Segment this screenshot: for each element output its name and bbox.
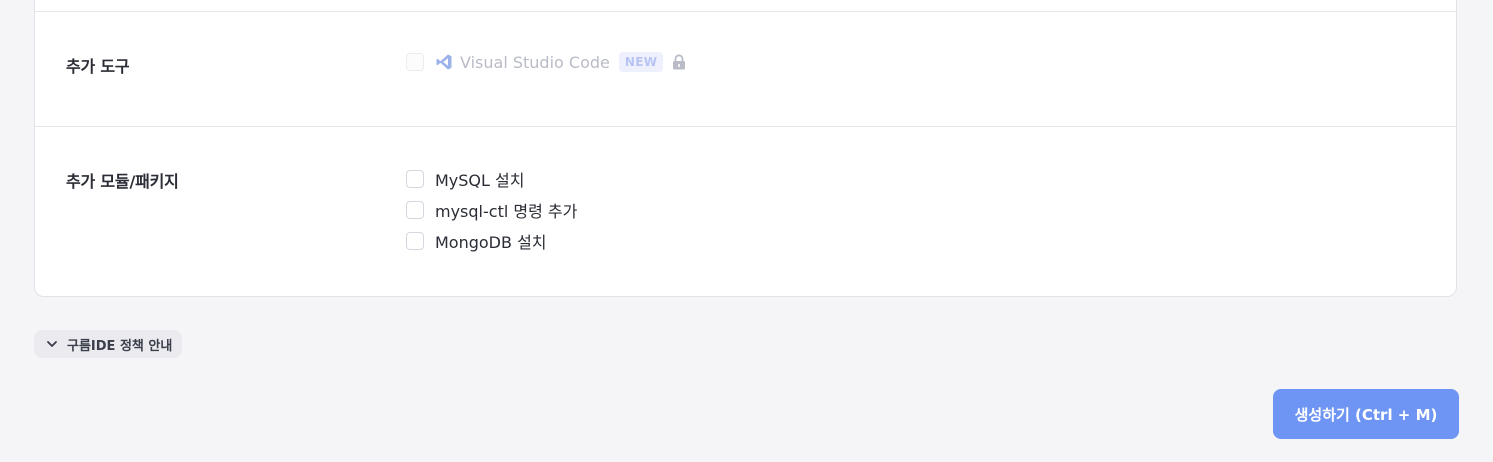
mongodb-option-label[interactable]: MongoDB 설치 bbox=[435, 229, 547, 253]
vscode-checkbox[interactable] bbox=[406, 53, 424, 71]
mysql-checkbox[interactable] bbox=[406, 170, 424, 188]
create-button[interactable]: 생성하기 (Ctrl + M) bbox=[1273, 389, 1459, 439]
policy-guide-label: 구름IDE 정책 안내 bbox=[67, 338, 173, 354]
mysql-ctl-option[interactable]: mysql-ctl 명령 추가 bbox=[406, 199, 577, 221]
mysql-ctl-checkbox[interactable] bbox=[406, 201, 424, 219]
mongodb-checkbox[interactable] bbox=[406, 232, 424, 250]
additional-modules-row: 추가 모듈/패키지 MySQL 설치 mysql-ctl 명령 추가 Mongo… bbox=[35, 126, 1456, 298]
vscode-option: Visual Studio Code NEW bbox=[406, 51, 686, 73]
additional-tools-label: 추가 도구 bbox=[66, 57, 130, 76]
new-badge: NEW bbox=[618, 52, 664, 72]
mongodb-option[interactable]: MongoDB 설치 bbox=[406, 230, 547, 252]
settings-card: 추가 도구 Visual Studio Code NEW 추가 모듈/패키지 M… bbox=[34, 0, 1457, 297]
mysql-option-label[interactable]: MySQL 설치 bbox=[435, 167, 524, 191]
chevron-down-icon bbox=[46, 338, 58, 350]
additional-tools-row: 추가 도구 Visual Studio Code NEW bbox=[35, 11, 1456, 127]
policy-guide-toggle[interactable]: 구름IDE 정책 안내 bbox=[34, 330, 183, 358]
vscode-option-label: Visual Studio Code bbox=[460, 52, 610, 72]
mysql-ctl-option-label[interactable]: mysql-ctl 명령 추가 bbox=[435, 198, 577, 222]
mysql-option[interactable]: MySQL 설치 bbox=[406, 168, 524, 190]
lock-icon bbox=[672, 54, 686, 70]
vscode-icon bbox=[435, 53, 453, 71]
additional-modules-label: 추가 모듈/패키지 bbox=[66, 172, 179, 191]
